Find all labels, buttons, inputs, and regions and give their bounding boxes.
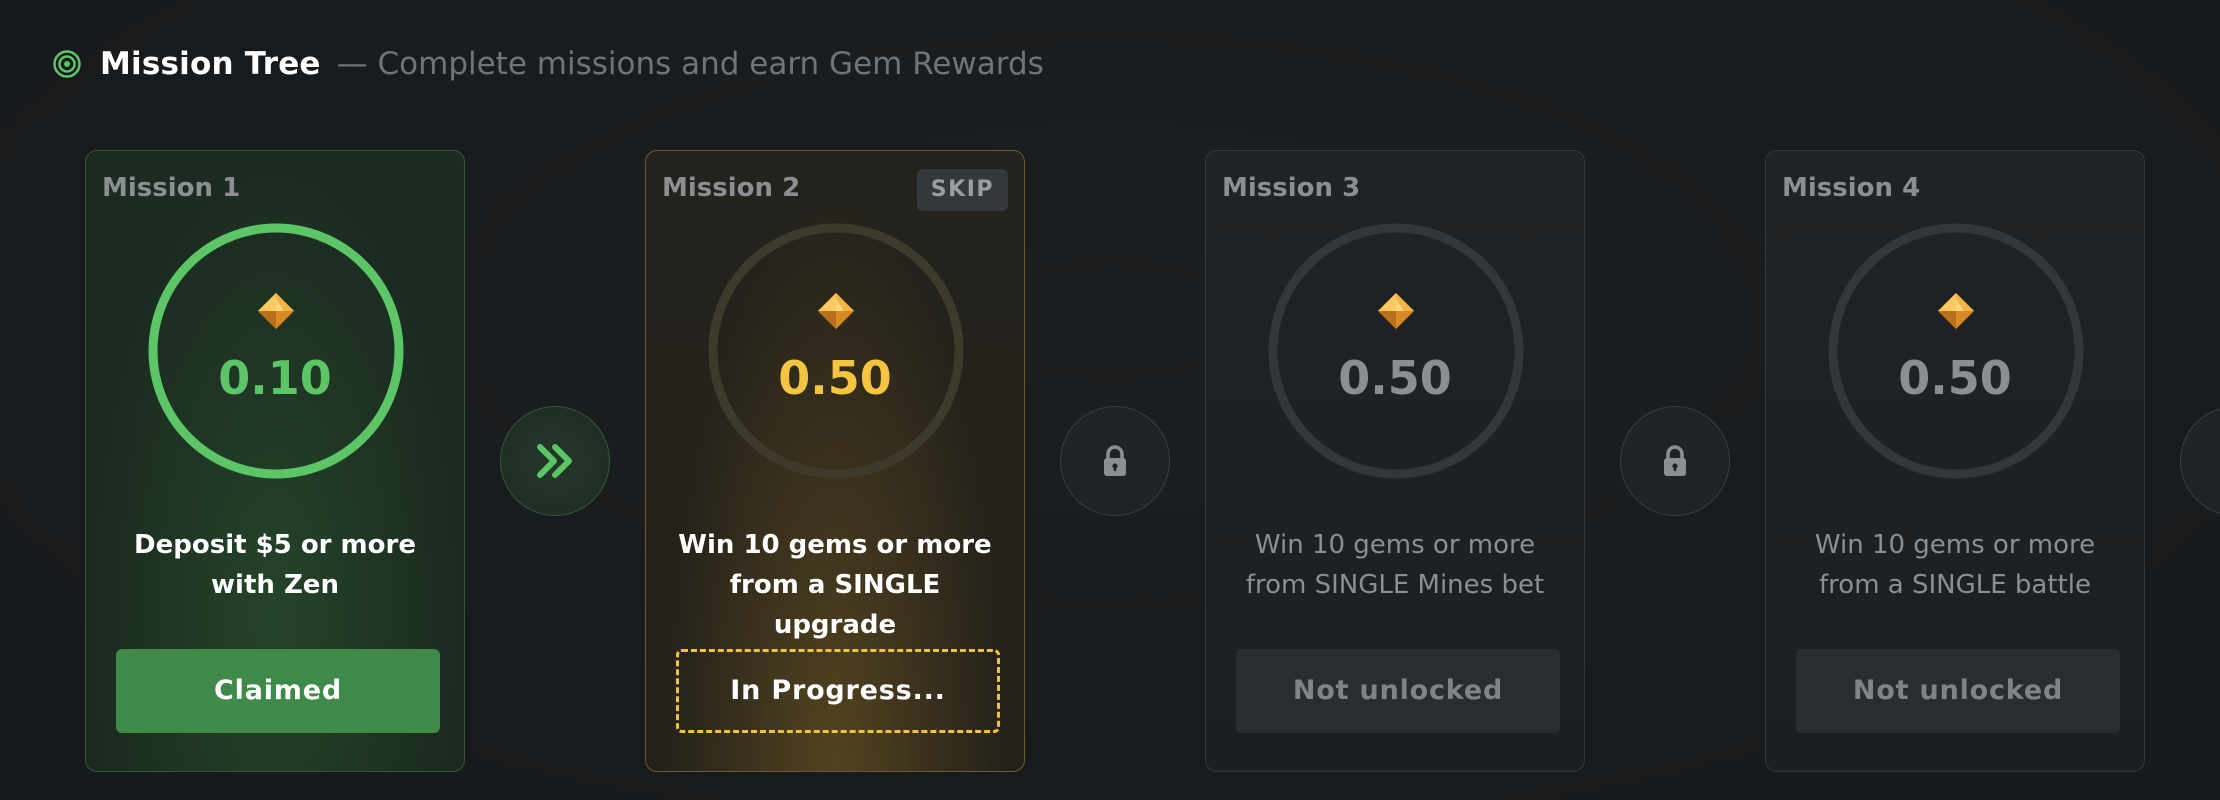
double-chevron-right-icon (537, 444, 572, 478)
page-title: Mission Tree (100, 46, 321, 82)
connector-4-partial (2180, 406, 2220, 516)
connector-2 (1060, 406, 1170, 516)
mission-card-3: Mission 3 0.50 Win 10 gems or more from … (1205, 150, 1585, 772)
mission-description: Win 10 gems or more from SINGLE Mines be… (1245, 530, 1545, 600)
gem-icon (818, 293, 854, 329)
not-unlocked-button[interactable]: Not unlocked (1796, 649, 2120, 733)
reward-amount: 0.50 (1898, 351, 2012, 405)
gem-icon (258, 293, 294, 329)
page-subtitle: — Complete missions and earn Gem Rewards (336, 46, 1044, 82)
mission-description: Win 10 gems or more from a SINGLE upgrad… (678, 530, 992, 640)
mission-card-1: Mission 1 0.10 Deposit $5 or more with Z… (85, 150, 465, 772)
connector-circle (2180, 406, 2220, 516)
not-unlocked-button[interactable]: Not unlocked (1236, 649, 1560, 733)
mission-label: Mission 4 (1782, 173, 1921, 203)
lock-icon (1664, 445, 1686, 476)
connector-3 (1620, 406, 1730, 516)
reward-amount: 0.10 (218, 351, 332, 405)
lock-icon (1104, 445, 1126, 476)
target-icon (53, 50, 81, 78)
mission-card-4: Mission 4 0.50 Win 10 gems or more from … (1765, 150, 2145, 772)
reward-amount: 0.50 (778, 351, 892, 405)
gem-icon (1378, 293, 1414, 329)
skip-button[interactable]: SKIP (916, 169, 1008, 211)
mission-tree-header: Mission Tree — Complete missions and ear… (52, 40, 1044, 88)
connector-1 (500, 406, 610, 516)
mission-card-2: Mission 2 SKIP 0.50 Win 10 gems or more … (645, 150, 1025, 772)
mission-tree-page: Mission Tree — Complete missions and ear… (0, 0, 2220, 800)
in-progress-button[interactable]: In Progress... (676, 649, 1000, 733)
mission-label: Mission 3 (1222, 173, 1361, 203)
mission-label: Mission 1 (102, 173, 241, 203)
mission-label: Mission 2 (662, 173, 801, 203)
reward-amount: 0.50 (1338, 351, 1452, 405)
mission-description: Win 10 gems or more from a SINGLE battle (1814, 530, 2096, 600)
claimed-button[interactable]: Claimed (116, 649, 440, 733)
mission-description: Deposit $5 or more with Zen (134, 530, 416, 600)
gem-icon (1938, 293, 1974, 329)
